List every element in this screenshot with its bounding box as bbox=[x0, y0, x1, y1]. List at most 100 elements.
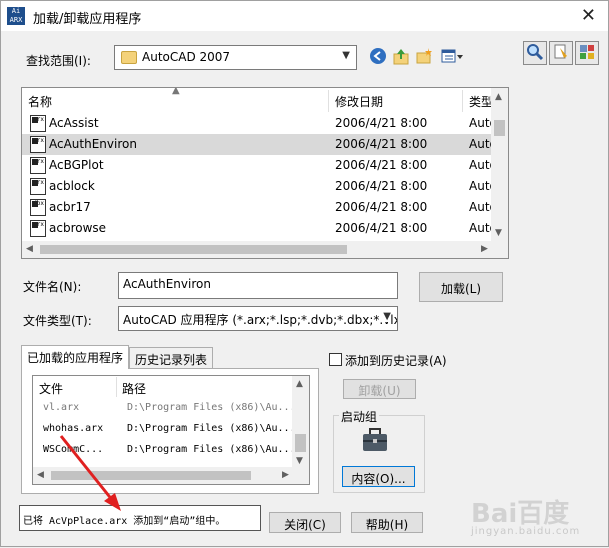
app-file: WSCommC... bbox=[43, 444, 104, 455]
briefcase-icon bbox=[361, 426, 389, 454]
arx-file-icon: arx bbox=[30, 136, 46, 153]
load-button[interactable]: 加载(L) bbox=[419, 272, 503, 302]
arx-file-icon: arx bbox=[30, 178, 46, 195]
scroll-down-icon[interactable]: ▼ bbox=[495, 228, 502, 238]
file-name: AcBGPlot bbox=[49, 158, 104, 172]
column-date[interactable]: 修改日期 bbox=[335, 93, 383, 110]
scroll-down-icon[interactable]: ▼ bbox=[296, 456, 303, 466]
arx-file-icon: arx bbox=[30, 115, 46, 132]
scroll-thumb[interactable] bbox=[494, 120, 505, 136]
window-title: 加载/卸载应用程序 bbox=[33, 12, 142, 27]
column-file[interactable]: 文件 bbox=[39, 380, 63, 397]
load-unload-dialog: Ai ARX 加载/卸载应用程序 ✕ 查找范围(I): AutoCAD 2007… bbox=[0, 0, 609, 547]
scroll-left-icon[interactable]: ◀ bbox=[37, 470, 44, 480]
column-divider[interactable] bbox=[328, 90, 329, 112]
app-path: D:\Program Files (x86)\Au... bbox=[127, 402, 296, 413]
file-list-vertical-scrollbar[interactable]: ▲ ▼ bbox=[491, 88, 508, 258]
add-to-history-label[interactable]: 添加到历史记录(A) bbox=[345, 352, 447, 369]
file-row[interactable]: arx AcBGPlot 2006/4/21 8:00 Auto bbox=[22, 155, 497, 176]
file-row[interactable]: dbx acbr17 2006/4/21 8:00 Auto bbox=[22, 197, 497, 218]
add-to-history-checkbox[interactable] bbox=[329, 353, 342, 366]
views-menu-icon[interactable] bbox=[441, 47, 465, 65]
filetype-value: AutoCAD 应用程序 (*.arx;*.lsp;*.dvb;*.dbx;*.… bbox=[123, 313, 398, 327]
tools-icon[interactable] bbox=[549, 41, 573, 65]
dbx-file-icon: dbx bbox=[30, 199, 46, 216]
file-list-horizontal-scrollbar[interactable]: ◀ ▶ bbox=[22, 241, 508, 258]
loaded-list-vertical-scrollbar[interactable]: ▲ ▼ bbox=[292, 376, 309, 469]
options-icon[interactable] bbox=[575, 41, 599, 65]
file-name: acbr17 bbox=[49, 200, 91, 214]
scroll-left-icon[interactable]: ◀ bbox=[26, 244, 33, 254]
app-path: D:\Program Files (x86)\Au... bbox=[127, 444, 296, 455]
arx-file-icon: arx bbox=[30, 157, 46, 174]
file-date: 2006/4/21 8:00 bbox=[335, 158, 428, 172]
contents-button[interactable]: 内容(O)... bbox=[342, 466, 415, 487]
back-icon[interactable] bbox=[369, 47, 387, 65]
loaded-app-row[interactable]: vl.arx D:\Program Files (x86)\Au... bbox=[33, 398, 296, 418]
file-row[interactable]: arx acblock 2006/4/21 8:00 Auto bbox=[22, 176, 497, 197]
autocad-app-icon: Ai ARX bbox=[7, 7, 25, 25]
file-row[interactable]: arx AcAssist 2006/4/21 8:00 Auto bbox=[22, 113, 497, 134]
filename-input[interactable]: AcAuthEnviron bbox=[118, 272, 398, 299]
filetype-combo[interactable]: AutoCAD 应用程序 (*.arx;*.lsp;*.dvb;*.dbx;*.… bbox=[118, 306, 398, 331]
file-date: 2006/4/21 8:00 bbox=[335, 116, 428, 130]
scroll-right-icon[interactable]: ▶ bbox=[282, 470, 289, 480]
file-list-header: 名称 ▲ 修改日期 类型 bbox=[22, 88, 508, 112]
new-folder-icon[interactable] bbox=[415, 47, 433, 65]
app-file: whohas.arx bbox=[43, 423, 104, 434]
file-list[interactable]: 名称 ▲ 修改日期 类型 arx AcAssist 2006/4/21 8:00… bbox=[21, 87, 509, 259]
chevron-down-icon: ▼ bbox=[342, 50, 350, 61]
search-icon[interactable] bbox=[523, 41, 547, 65]
app-path: D:\Program Files (x86)\Au... bbox=[127, 423, 296, 434]
column-path[interactable]: 路径 bbox=[122, 380, 146, 397]
filename-label: 文件名(N): bbox=[23, 280, 82, 294]
column-type[interactable]: 类型 bbox=[469, 93, 493, 110]
scroll-thumb[interactable] bbox=[295, 434, 306, 452]
close-window-icon[interactable]: ✕ bbox=[581, 5, 596, 26]
help-button[interactable]: 帮助(H) bbox=[351, 512, 423, 533]
scroll-thumb[interactable] bbox=[51, 471, 251, 480]
filetype-label: 文件类型(T): bbox=[23, 314, 92, 328]
column-divider[interactable] bbox=[462, 90, 463, 112]
file-date: 2006/4/21 8:00 bbox=[335, 221, 428, 235]
file-date: 2006/4/21 8:00 bbox=[335, 200, 428, 214]
arx-file-icon: arx bbox=[30, 220, 46, 237]
file-date: 2006/4/21 8:00 bbox=[335, 137, 428, 151]
app-file: vl.arx bbox=[43, 402, 80, 413]
loaded-app-row[interactable]: whohas.arx D:\Program Files (x86)\Au... bbox=[33, 419, 296, 439]
close-button[interactable]: 关闭(C) bbox=[269, 512, 341, 533]
scroll-thumb[interactable] bbox=[40, 245, 347, 254]
file-date: 2006/4/21 8:00 bbox=[335, 179, 428, 193]
folder-icon bbox=[121, 51, 137, 64]
loaded-apps-panel: 文件 路径 vl.arx D:\Program Files (x86)\Au..… bbox=[21, 368, 319, 494]
watermark-sub: jingyan.baidu.com bbox=[471, 526, 581, 537]
loaded-apps-list[interactable]: 文件 路径 vl.arx D:\Program Files (x86)\Au..… bbox=[32, 375, 310, 485]
file-name: acbrowse bbox=[49, 221, 107, 235]
tab-history-list[interactable]: 历史记录列表 bbox=[129, 347, 214, 369]
file-name: AcAuthEnviron bbox=[49, 137, 137, 151]
unload-button[interactable]: 卸载(U) bbox=[343, 379, 416, 399]
startup-group-title: 启动组 bbox=[339, 408, 380, 425]
lookin-value: AutoCAD 2007 bbox=[142, 50, 231, 64]
file-row-selected[interactable]: arx AcAuthEnviron 2006/4/21 8:00 Auto bbox=[22, 134, 497, 155]
file-name: acblock bbox=[49, 179, 95, 193]
scroll-up-icon[interactable]: ▲ bbox=[495, 92, 502, 102]
tab-loaded-apps[interactable]: 已加载的应用程序 bbox=[21, 345, 130, 369]
scroll-right-icon[interactable]: ▶ bbox=[481, 244, 488, 254]
scroll-up-icon[interactable]: ▲ bbox=[296, 379, 303, 389]
filename-value: AcAuthEnviron bbox=[123, 277, 211, 291]
file-row[interactable]: arx acbrowse 2006/4/21 8:00 Auto bbox=[22, 218, 497, 239]
file-name: AcAssist bbox=[49, 116, 99, 130]
chevron-down-icon: ▼ bbox=[380, 311, 391, 322]
lookin-combo[interactable]: AutoCAD 2007 ▼ bbox=[114, 45, 357, 70]
up-folder-icon[interactable] bbox=[392, 47, 410, 65]
title-bar: Ai ARX 加载/卸载应用程序 ✕ bbox=[1, 1, 608, 31]
loaded-list-horizontal-scrollbar[interactable]: ◀ ▶ bbox=[33, 467, 309, 484]
loaded-app-row[interactable]: WSCommC... D:\Program Files (x86)\Au... bbox=[33, 440, 296, 460]
column-divider[interactable] bbox=[116, 377, 117, 397]
baidu-watermark: Bai百度 jingyan.baidu.com bbox=[471, 493, 580, 537]
column-name[interactable]: 名称 bbox=[28, 93, 52, 110]
watermark-text: Bai百度 bbox=[471, 499, 570, 529]
status-message: 已将 AcVpPlace.arx 添加到“启动”组中。 bbox=[19, 505, 261, 531]
sort-ascending-icon: ▲ bbox=[172, 87, 180, 96]
